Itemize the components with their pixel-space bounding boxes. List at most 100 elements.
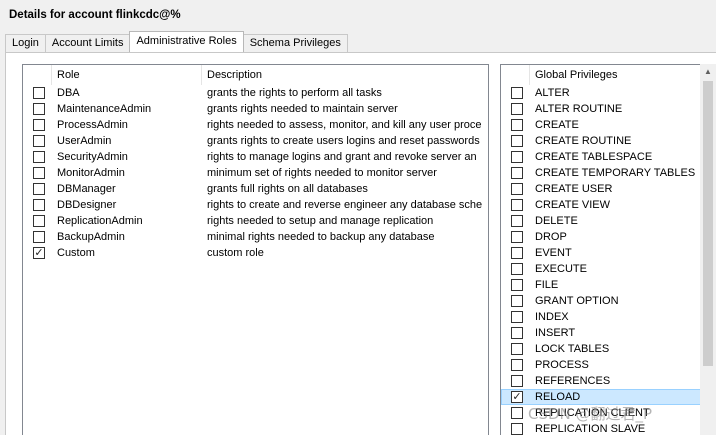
privilege-row[interactable]: CREATE TEMPORARY TABLES xyxy=(501,165,716,181)
privilege-name: LOCK TABLES xyxy=(535,343,610,355)
role-row[interactable]: DBA grants the rights to perform all task… xyxy=(23,85,488,101)
privilege-checkbox[interactable] xyxy=(511,343,523,355)
privilege-checkbox[interactable] xyxy=(511,423,523,435)
role-checkbox[interactable] xyxy=(33,199,45,211)
tab-account-limits[interactable]: Account Limits xyxy=(44,34,131,52)
privilege-checkbox[interactable] xyxy=(511,87,523,99)
privilege-checkbox[interactable] xyxy=(511,375,523,387)
privilege-checkbox[interactable] xyxy=(511,151,523,163)
privilege-checkbox[interactable] xyxy=(511,231,523,243)
privilege-row[interactable]: DELETE xyxy=(501,213,716,229)
role-checkbox[interactable] xyxy=(33,167,45,179)
role-name: Custom xyxy=(57,247,95,259)
scroll-up-arrow-icon[interactable]: ▲ xyxy=(700,64,716,80)
role-checkbox[interactable] xyxy=(33,135,45,147)
role-checkbox[interactable] xyxy=(33,119,45,131)
role-checkbox[interactable] xyxy=(33,103,45,115)
privilege-row[interactable]: INSERT xyxy=(501,325,716,341)
privilege-checkbox[interactable] xyxy=(511,359,523,371)
privilege-checkbox[interactable] xyxy=(511,119,523,131)
privilege-name: INDEX xyxy=(535,311,569,323)
window-title: Details for account flinkcdc@% xyxy=(9,9,181,21)
role-row[interactable]: BackupAdmin minimal rights needed to back… xyxy=(23,229,488,245)
role-row[interactable]: ReplicationAdmin rights needed to setup a… xyxy=(23,213,488,229)
privilege-checkbox[interactable] xyxy=(511,263,523,275)
role-description: rights needed to assess, monitor, and ki… xyxy=(207,119,482,131)
role-description: grants full rights on all databases xyxy=(207,183,368,195)
privilege-row[interactable]: LOCK TABLES xyxy=(501,341,716,357)
privilege-row[interactable]: ALTER xyxy=(501,85,716,101)
role-checkbox[interactable]: ✓ xyxy=(33,247,45,259)
privilege-name: REFERENCES xyxy=(535,375,611,387)
column-header-checkbox[interactable] xyxy=(501,65,530,85)
privilege-row[interactable]: CREATE xyxy=(501,117,716,133)
privilege-row[interactable]: REFERENCES xyxy=(501,373,716,389)
privilege-checkbox[interactable] xyxy=(511,103,523,115)
role-name: DBA xyxy=(57,87,80,99)
role-checkbox[interactable] xyxy=(33,183,45,195)
privilege-row[interactable]: PROCESS xyxy=(501,357,716,373)
role-name: DBDesigner xyxy=(57,199,117,211)
privilege-checkbox[interactable] xyxy=(511,247,523,259)
role-description: grants rights to create users logins and… xyxy=(207,135,480,147)
column-header-description[interactable]: Description xyxy=(202,65,488,85)
privilege-row[interactable]: ALTER ROUTINE xyxy=(501,101,716,117)
role-description: rights to manage logins and grant and re… xyxy=(207,151,477,163)
privilege-row[interactable]: CREATE ROUTINE xyxy=(501,133,716,149)
tab-login[interactable]: Login xyxy=(5,34,46,52)
privilege-checkbox[interactable] xyxy=(511,407,523,419)
role-row[interactable]: MaintenanceAdmin grants rights needed to … xyxy=(23,101,488,117)
column-header-global-privileges[interactable]: Global Privileges xyxy=(530,65,716,85)
privilege-name: CREATE ROUTINE xyxy=(535,135,632,147)
privilege-row[interactable]: INDEX xyxy=(501,309,716,325)
column-header-role[interactable]: Role xyxy=(52,65,202,85)
role-name: DBManager xyxy=(57,183,116,195)
privilege-checkbox[interactable] xyxy=(511,279,523,291)
privilege-checkbox[interactable] xyxy=(511,199,523,211)
tab-schema-privileges[interactable]: Schema Privileges xyxy=(242,34,348,52)
privilege-name: PROCESS xyxy=(535,359,589,371)
privilege-row[interactable]: CREATE VIEW xyxy=(501,197,716,213)
role-description: minimal rights needed to backup any data… xyxy=(207,231,435,243)
privilege-checkbox[interactable]: ✓ xyxy=(511,391,523,403)
privilege-name: CREATE TEMPORARY TABLES xyxy=(535,167,696,179)
privilege-checkbox[interactable] xyxy=(511,135,523,147)
privilege-row[interactable]: CREATE TABLESPACE xyxy=(501,149,716,165)
watermark: CSDN @翻过君_P xyxy=(528,405,653,423)
privilege-checkbox[interactable] xyxy=(511,311,523,323)
role-row[interactable]: SecurityAdmin rights to manage logins and… xyxy=(23,149,488,165)
role-row[interactable]: MonitorAdmin minimum set of rights needed… xyxy=(23,165,488,181)
privilege-checkbox[interactable] xyxy=(511,327,523,339)
role-row[interactable]: DBManager grants full rights on all datab… xyxy=(23,181,488,197)
privilege-row[interactable]: EXECUTE xyxy=(501,261,716,277)
privilege-checkbox[interactable] xyxy=(511,183,523,195)
privilege-checkbox[interactable] xyxy=(511,295,523,307)
role-checkbox[interactable] xyxy=(33,231,45,243)
role-row[interactable]: ProcessAdmin rights needed to assess, mon… xyxy=(23,117,488,133)
tab-administrative-roles[interactable]: Administrative Roles xyxy=(129,31,244,52)
privilege-name: EXECUTE xyxy=(535,263,587,275)
role-row[interactable]: ✓ Custom custom role xyxy=(23,245,488,261)
role-description: rights to create and reverse engineer an… xyxy=(207,199,483,211)
role-row[interactable]: UserAdmin grants rights to create users l… xyxy=(23,133,488,149)
scrollbar-thumb[interactable] xyxy=(703,81,713,366)
privilege-row[interactable]: EVENT xyxy=(501,245,716,261)
check-icon: ✓ xyxy=(34,247,44,259)
role-name: MonitorAdmin xyxy=(57,167,125,179)
role-checkbox[interactable] xyxy=(33,215,45,227)
privilege-name: CREATE VIEW xyxy=(535,199,610,211)
privilege-name: EVENT xyxy=(535,247,572,259)
column-header-checkbox[interactable] xyxy=(23,65,52,85)
role-name: ProcessAdmin xyxy=(57,119,128,131)
privilege-row[interactable]: CREATE USER xyxy=(501,181,716,197)
privilege-row[interactable]: GRANT OPTION xyxy=(501,293,716,309)
privilege-row[interactable]: DROP xyxy=(501,229,716,245)
privilege-row[interactable]: FILE xyxy=(501,277,716,293)
privilege-checkbox[interactable] xyxy=(511,215,523,227)
vertical-scrollbar[interactable]: ▲ xyxy=(700,64,716,435)
privilege-checkbox[interactable] xyxy=(511,167,523,179)
role-checkbox[interactable] xyxy=(33,87,45,99)
role-checkbox[interactable] xyxy=(33,151,45,163)
privilege-name: GRANT OPTION xyxy=(535,295,619,307)
role-row[interactable]: DBDesigner rights to create and reverse e… xyxy=(23,197,488,213)
